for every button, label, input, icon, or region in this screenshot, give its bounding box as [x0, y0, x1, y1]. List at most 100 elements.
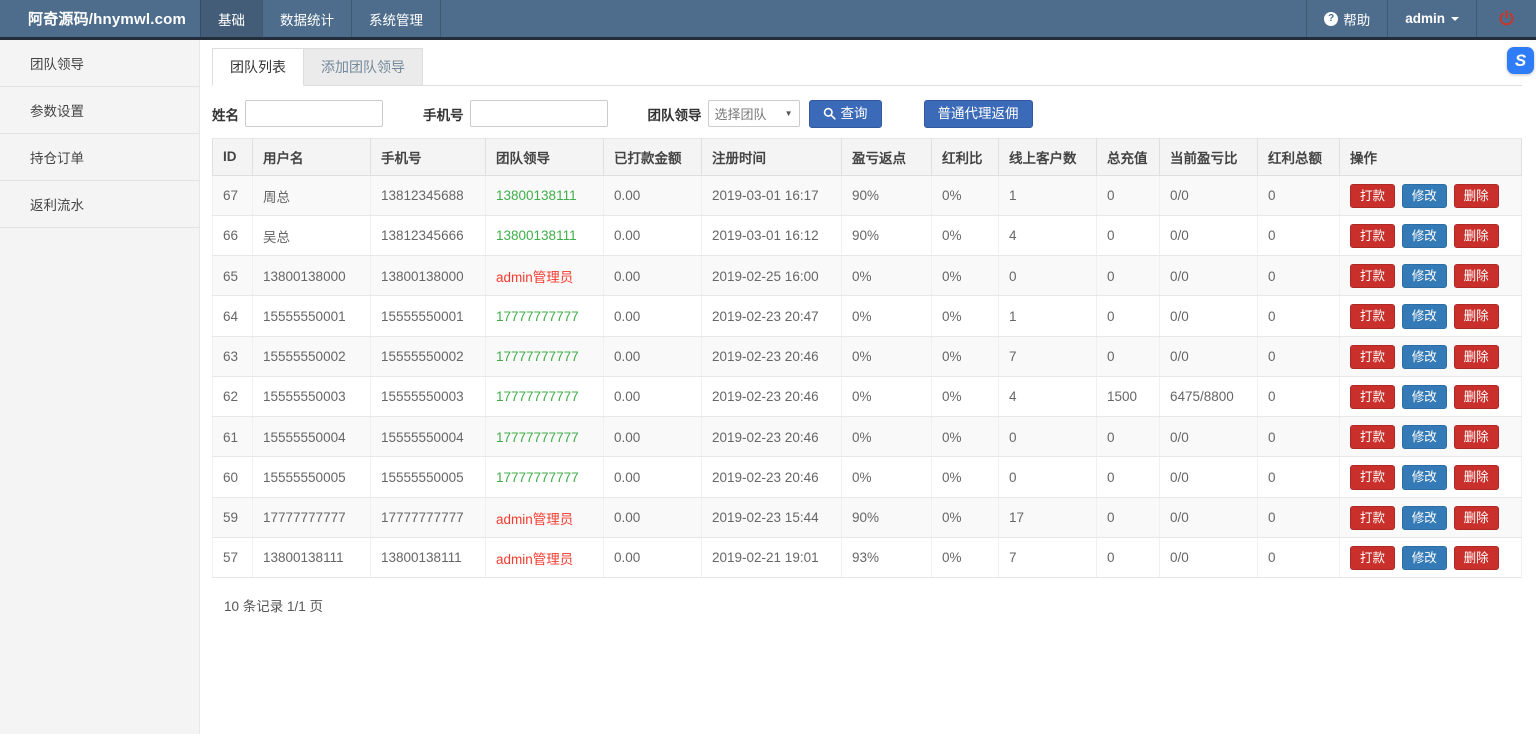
cell-paid-amount: 0.00 — [604, 296, 702, 336]
tab-team-list[interactable]: 团队列表 — [212, 48, 304, 86]
pay-button[interactable]: 打款 — [1350, 546, 1395, 570]
cell-team-leader-link[interactable]: 17777777777 — [486, 376, 604, 416]
cell-pl-rebate: 90% — [842, 175, 932, 215]
help-label: 帮助 — [1343, 9, 1370, 29]
edit-button[interactable]: 修改 — [1402, 425, 1447, 449]
pay-button[interactable]: 打款 — [1350, 465, 1395, 489]
delete-button[interactable]: 删除 — [1454, 304, 1499, 328]
pay-button[interactable]: 打款 — [1350, 264, 1395, 288]
tab-bar: 团队列表 添加团队领导 — [212, 48, 1522, 86]
table-body: 67 周总 13812345688 13800138111 0.00 2019-… — [213, 175, 1522, 578]
cell-register-time: 2019-02-23 15:44 — [702, 497, 842, 537]
table-header-row: ID用户名手机号团队领导已打款金额注册时间盈亏返点红利比线上客户数总充值当前盈亏… — [213, 138, 1522, 175]
cell-bonus-total: 0 — [1258, 417, 1340, 457]
delete-button[interactable]: 删除 — [1454, 465, 1499, 489]
delete-button[interactable]: 删除 — [1454, 345, 1499, 369]
table-row: 66 吴总 13812345666 13800138111 0.00 2019-… — [213, 215, 1522, 255]
delete-button[interactable]: 删除 — [1454, 184, 1499, 208]
agent-rebate-button[interactable]: 普通代理返佣 — [924, 100, 1033, 128]
cell-register-time: 2019-02-23 20:47 — [702, 296, 842, 336]
edit-button[interactable]: 修改 — [1402, 546, 1447, 570]
cell-pl-rebate: 0% — [842, 417, 932, 457]
cell-bonus-total: 0 — [1258, 376, 1340, 416]
cell-current-pl-ratio: 0/0 — [1160, 497, 1258, 537]
cell-pl-rebate: 0% — [842, 256, 932, 296]
nav-item-basic[interactable]: 基础 — [200, 0, 262, 37]
cell-online-clients: 17 — [999, 497, 1097, 537]
sidebar-item-position-orders[interactable]: 持仓订单 — [0, 134, 199, 181]
cell-phone: 13800138000 — [371, 256, 486, 296]
phone-input[interactable] — [470, 100, 608, 127]
cell-register-time: 2019-03-01 16:12 — [702, 215, 842, 255]
cell-id: 61 — [213, 417, 253, 457]
cell-team-leader-link[interactable]: 17777777777 — [486, 417, 604, 457]
user-dropdown[interactable]: admin — [1387, 0, 1476, 37]
cell-bonus-total: 0 — [1258, 296, 1340, 336]
cell-team-leader-link[interactable]: 17777777777 — [486, 336, 604, 376]
name-input[interactable] — [245, 100, 383, 127]
sidebar-item-team-leader[interactable]: 团队领导 — [0, 40, 199, 87]
cell-team-leader-link[interactable]: admin管理员 — [486, 537, 604, 577]
cell-paid-amount: 0.00 — [604, 175, 702, 215]
pay-button[interactable]: 打款 — [1350, 425, 1395, 449]
tab-add-team-leader[interactable]: 添加团队领导 — [304, 48, 423, 86]
cell-bonus-ratio: 0% — [932, 336, 999, 376]
delete-button[interactable]: 删除 — [1454, 264, 1499, 288]
delete-button[interactable]: 删除 — [1454, 506, 1499, 530]
edit-button[interactable]: 修改 — [1402, 385, 1447, 409]
column-header: 手机号 — [371, 138, 486, 175]
extension-s-icon[interactable]: S — [1507, 47, 1534, 74]
team-filter-label: 团队领导 — [648, 104, 702, 124]
nav-item-system[interactable]: 系统管理 — [351, 0, 441, 37]
pay-button[interactable]: 打款 — [1350, 184, 1395, 208]
edit-button[interactable]: 修改 — [1402, 304, 1447, 328]
edit-button[interactable]: 修改 — [1402, 345, 1447, 369]
pay-button[interactable]: 打款 — [1350, 506, 1395, 530]
edit-button[interactable]: 修改 — [1402, 506, 1447, 530]
team-select[interactable]: 选择团队 ▼ — [708, 100, 800, 127]
table-row: 60 15555550005 15555550005 17777777777 0… — [213, 457, 1522, 497]
delete-button[interactable]: 删除 — [1454, 385, 1499, 409]
edit-button[interactable]: 修改 — [1402, 264, 1447, 288]
cell-online-clients: 0 — [999, 457, 1097, 497]
filter-bar: 姓名 手机号 团队领导 选择团队 ▼ — [212, 100, 1522, 128]
power-icon — [1498, 10, 1515, 27]
cell-id: 60 — [213, 457, 253, 497]
app-body: 团队领导 参数设置 持仓订单 返利流水 团队列表 添加团队领导 姓名 手机号 团… — [0, 40, 1536, 734]
table-row: 57 13800138111 13800138111 admin管理员 0.00… — [213, 537, 1522, 577]
name-filter-label: 姓名 — [212, 104, 239, 124]
pay-button[interactable]: 打款 — [1350, 345, 1395, 369]
cell-register-time: 2019-02-23 20:46 — [702, 376, 842, 416]
cell-bonus-ratio: 0% — [932, 537, 999, 577]
help-button[interactable]: ? 帮助 — [1306, 0, 1387, 37]
search-button[interactable]: 查询 — [809, 100, 882, 128]
cell-total-recharge: 1500 — [1097, 376, 1160, 416]
cell-team-leader-link[interactable]: 13800138111 — [486, 215, 604, 255]
cell-online-clients: 4 — [999, 215, 1097, 255]
sidebar-item-parameters[interactable]: 参数设置 — [0, 87, 199, 134]
cell-team-leader-link[interactable]: admin管理员 — [486, 256, 604, 296]
cell-team-leader-link[interactable]: admin管理员 — [486, 497, 604, 537]
edit-button[interactable]: 修改 — [1402, 465, 1447, 489]
delete-button[interactable]: 删除 — [1454, 224, 1499, 248]
nav-item-statistics[interactable]: 数据统计 — [262, 0, 351, 37]
pay-button[interactable]: 打款 — [1350, 304, 1395, 328]
sidebar-item-rebate-flow[interactable]: 返利流水 — [0, 181, 199, 228]
cell-team-leader-link[interactable]: 13800138111 — [486, 175, 604, 215]
cell-pl-rebate: 93% — [842, 537, 932, 577]
delete-button[interactable]: 删除 — [1454, 425, 1499, 449]
cell-team-leader-link[interactable]: 17777777777 — [486, 457, 604, 497]
edit-button[interactable]: 修改 — [1402, 184, 1447, 208]
cell-phone: 15555550005 — [371, 457, 486, 497]
edit-button[interactable]: 修改 — [1402, 224, 1447, 248]
cell-team-leader-link[interactable]: 17777777777 — [486, 296, 604, 336]
cell-bonus-total: 0 — [1258, 497, 1340, 537]
pay-button[interactable]: 打款 — [1350, 224, 1395, 248]
cell-actions: 打款 修改 删除 — [1340, 376, 1522, 416]
cell-bonus-ratio: 0% — [932, 376, 999, 416]
cell-username: 17777777777 — [253, 497, 371, 537]
pay-button[interactable]: 打款 — [1350, 385, 1395, 409]
delete-button[interactable]: 删除 — [1454, 546, 1499, 570]
logout-button[interactable] — [1476, 0, 1536, 37]
cell-id: 67 — [213, 175, 253, 215]
